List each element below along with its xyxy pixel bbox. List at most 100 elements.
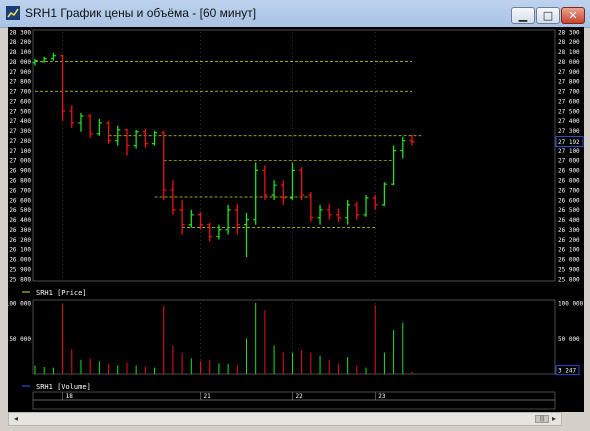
price-ytick-right: 25 800	[558, 276, 580, 283]
price-bar	[69, 105, 75, 128]
price-bar	[280, 180, 286, 205]
price-bar	[170, 180, 176, 215]
price-ytick-left: 25 800	[9, 276, 31, 283]
last-price-label: 27 192	[558, 139, 580, 146]
price-bar	[354, 201, 360, 220]
price-legend: SRH1 [Price]	[22, 289, 87, 297]
price-bar	[152, 130, 158, 146]
price-ytick-left: 26 500	[9, 207, 31, 214]
price-plot-frame	[32, 29, 556, 282]
price-bar	[216, 224, 222, 240]
price-bar	[142, 128, 148, 148]
price-ytick-right: 28 100	[558, 49, 580, 56]
price-ytick-right: 26 500	[558, 207, 580, 214]
price-ytick-right: 26 400	[558, 217, 580, 224]
chart-svg[interactable]: 28 300 28 300 28 200 28 200 28 100 28 100 28 0…	[6, 27, 584, 412]
volume-panel: 100 000 100 000 50 000 50 000 3 247	[6, 299, 584, 376]
price-ytick-right: 27 900	[558, 69, 580, 76]
price-bar	[161, 130, 167, 200]
price-ytick-right: 27 100	[558, 148, 580, 155]
price-ytick-right: 26 200	[558, 237, 580, 244]
price-ytick-left: 27 600	[9, 98, 31, 105]
date-label: 21	[204, 393, 212, 400]
price-ytick-left: 27 000	[9, 158, 31, 165]
price-bar	[133, 129, 139, 149]
price-legend-label: SRH1 [Price]	[36, 289, 87, 297]
horizontal-scrollbar[interactable]: ◂ ||| ▸	[8, 412, 562, 426]
date-strip-lower-frame	[32, 399, 556, 410]
price-bar	[289, 162, 295, 200]
scroll-right-arrow-icon[interactable]: ▸	[548, 414, 560, 424]
price-ytick-left: 26 600	[9, 197, 31, 204]
price-ytick-left: 28 200	[9, 39, 31, 46]
price-ytick-right: 26 100	[558, 247, 580, 254]
price-bar	[400, 136, 406, 159]
price-ytick-left: 27 200	[9, 138, 31, 145]
price-ytick-right: 26 000	[558, 257, 580, 264]
price-bar	[87, 114, 93, 138]
window-title: SRH1 График цены и объёма - [60 минут]	[25, 6, 257, 20]
volume-legend-label: SRH1 [Volume]	[36, 383, 91, 391]
volume-plot-frame	[32, 299, 556, 375]
chart-window: SRH1 График цены и объёма - [60 минут] ▁…	[0, 0, 590, 431]
price-bar	[198, 211, 204, 230]
price-bar	[207, 222, 213, 242]
price-bar	[253, 162, 259, 225]
scroll-thumb[interactable]: |||	[535, 415, 549, 423]
date-label: 18	[66, 393, 74, 400]
price-ytick-right: 28 200	[558, 39, 580, 46]
price-ytick-left: 26 900	[9, 168, 31, 175]
price-bar	[234, 203, 240, 235]
price-ytick-left: 27 500	[9, 108, 31, 115]
price-ytick-left: 27 100	[9, 148, 31, 155]
price-ytick-right: 25 900	[558, 266, 580, 273]
chart-area[interactable]: 28 300 28 300 28 200 28 200 28 100 28 100 28 0…	[6, 27, 584, 412]
price-bar	[225, 204, 231, 235]
date-strip-frame	[32, 391, 556, 401]
price-bar	[345, 199, 351, 225]
volume-ytick-left: 100 000	[8, 300, 31, 307]
price-ytick-left: 27 800	[9, 79, 31, 86]
price-ytick-right: 26 300	[558, 227, 580, 234]
price-bar	[96, 118, 102, 136]
price-bar	[124, 128, 130, 156]
price-ytick-left: 25 900	[9, 266, 31, 273]
price-ytick-right: 26 600	[558, 197, 580, 204]
scroll-left-arrow-icon[interactable]: ◂	[10, 414, 22, 424]
price-ytick-right: 27 000	[558, 158, 580, 165]
price-ytick-left: 26 400	[9, 217, 31, 224]
price-bar	[308, 192, 314, 222]
price-ytick-left: 27 400	[9, 118, 31, 125]
price-ytick-right: 27 600	[558, 98, 580, 105]
price-ytick-right: 27 400	[558, 118, 580, 125]
price-ytick-right: 27 300	[558, 128, 580, 135]
price-ytick-right: 26 800	[558, 178, 580, 185]
price-ytick-right: 27 700	[558, 89, 580, 96]
maximize-button[interactable]: □	[536, 7, 560, 24]
price-ytick-left: 26 100	[9, 247, 31, 254]
last-volume-label: 3 247	[558, 368, 576, 375]
price-ytick-left: 26 800	[9, 178, 31, 185]
price-bar	[391, 145, 397, 186]
volume-ytick-left: 50 000	[9, 336, 31, 343]
price-ytick-left: 26 200	[9, 237, 31, 244]
price-bar	[106, 120, 112, 144]
price-bar	[317, 204, 323, 225]
price-ytick-left: 26 700	[9, 187, 31, 194]
date-label: 23	[378, 393, 386, 400]
price-ytick-left: 26 300	[9, 227, 31, 234]
close-button[interactable]: ✕	[561, 7, 585, 24]
date-label: 22	[295, 393, 303, 400]
price-ytick-left: 27 900	[9, 69, 31, 76]
price-bar	[335, 208, 341, 222]
price-bar	[60, 54, 66, 121]
title-bar[interactable]: SRH1 График цены и объёма - [60 минут] ▁…	[0, 0, 590, 28]
price-panel: 28 300 28 300 28 200 28 200 28 100 28 100 28 0…	[9, 29, 584, 283]
price-bar	[188, 209, 194, 228]
price-bar	[243, 212, 249, 258]
app-chart-icon	[6, 6, 20, 20]
price-ytick-right: 26 900	[558, 168, 580, 175]
price-bar	[299, 167, 305, 200]
price-ytick-right: 27 800	[558, 79, 580, 86]
minimize-button[interactable]: ▁	[511, 7, 535, 24]
